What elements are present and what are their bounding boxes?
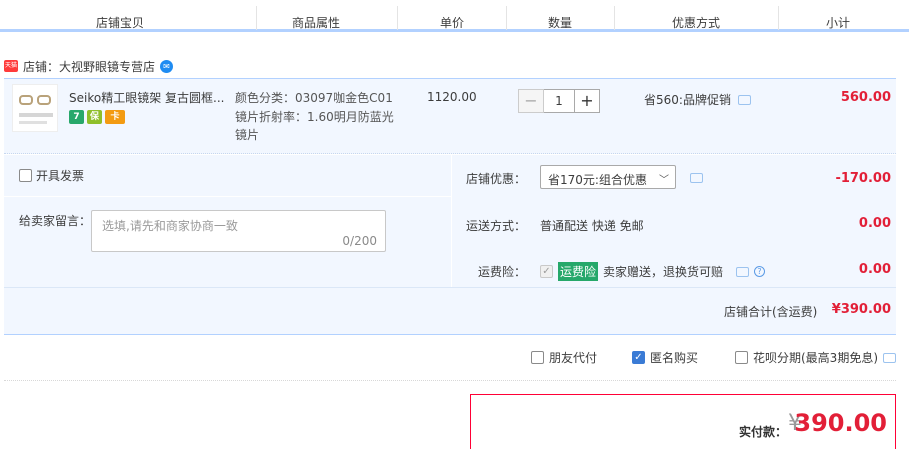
shop-total-label: 店铺合计(含运费) xyxy=(724,305,818,319)
freight-insurance-label: 运费险： xyxy=(478,265,527,279)
col-header-attr: 商品属性 xyxy=(292,16,341,30)
freight-insurance-option: ✓ 运费险 卖家赠送，退换货可赔 ? xyxy=(540,262,766,281)
huabei-label: 花呗分期(最高3期免息) xyxy=(753,351,878,365)
shop-discount-select[interactable]: 省170元:组合优惠 ﹀ xyxy=(540,165,676,189)
memo-textarea[interactable]: 选填,请先和商家协商一致 0/200 xyxy=(91,210,386,252)
shop-discount-amount: -170.00 xyxy=(835,171,891,186)
freight-insurance-amount: 0.00 xyxy=(858,262,891,277)
friend-pay-label: 朋友代付 xyxy=(549,351,598,365)
huabei-installment-option[interactable]: 花呗分期(最高3期免息) xyxy=(735,349,896,366)
col-header-price: 单价 xyxy=(440,16,465,30)
credit-card-icon[interactable]: 卡 xyxy=(105,110,125,124)
friend-pay-checkbox[interactable] xyxy=(531,351,544,364)
freight-insurance-checkbox: ✓ xyxy=(540,265,553,278)
shop-total-amount: ¥390.00 xyxy=(831,302,891,317)
col-header-subtotal: 小计 xyxy=(826,16,851,30)
payment-amount: 390.00 xyxy=(794,409,887,437)
shipping-method: 普通配送 快递 免邮 xyxy=(540,219,644,233)
memo-char-count: 0/200 xyxy=(342,234,377,248)
friend-pay-option[interactable]: 朋友代付 xyxy=(531,349,597,366)
item-tags: 7 保 卡 xyxy=(69,110,125,124)
memo-placeholder: 选填,请先和商家协商一致 xyxy=(102,219,238,233)
options-divider xyxy=(4,380,896,381)
header-divider xyxy=(397,6,398,30)
huabei-checkbox[interactable] xyxy=(735,351,748,364)
col-header-item: 店铺宝贝 xyxy=(96,16,145,30)
help-icon[interactable]: ? xyxy=(754,266,766,277)
promo-comment-icon[interactable] xyxy=(738,95,751,105)
panel-divider xyxy=(451,155,452,287)
invoice-option[interactable]: 开具发票 xyxy=(19,167,84,184)
header-divider xyxy=(506,6,507,30)
invoice-checkbox[interactable] xyxy=(19,169,32,182)
item-attr-lens: 镜片折射率：1.60明月防蓝光 xyxy=(235,110,394,124)
col-header-promo: 优惠方式 xyxy=(672,16,721,30)
chevron-down-icon: ﹀ xyxy=(659,175,669,186)
payment-label: 实付款： xyxy=(739,425,788,439)
qty-plus-button[interactable]: + xyxy=(574,89,600,113)
cart-header: 店铺宝贝 商品属性 单价 数量 优惠方式 小计 xyxy=(0,0,909,32)
header-divider xyxy=(256,6,257,30)
col-header-qty: 数量 xyxy=(548,16,573,30)
item-title-link[interactable]: Seiko精工眼镜架 复古圆框... xyxy=(69,89,229,106)
freight-insurance-desc: 卖家赠送，退换货可赔 xyxy=(603,265,724,279)
shipping-amount: 0.00 xyxy=(858,216,891,231)
anonymous-buy-option[interactable]: ✓ 匿名购买 xyxy=(632,349,698,366)
shipping-label: 运送方式： xyxy=(466,219,527,233)
item-promo-text: 省560:品牌促销 xyxy=(644,93,731,107)
huabei-comment-icon[interactable] xyxy=(883,352,896,363)
header-divider xyxy=(614,6,615,30)
item-unit-price: 1120.00 xyxy=(427,90,477,104)
anonymous-buy-label: 匿名购买 xyxy=(650,351,699,365)
seven-day-return-icon[interactable]: 7 xyxy=(69,110,84,124)
freight-comment-icon[interactable] xyxy=(736,266,750,277)
item-subtotal: 560.00 xyxy=(840,90,891,105)
invoice-label: 开具发票 xyxy=(36,169,85,183)
item-attr-color: 颜色分类：03097咖金色C01 xyxy=(235,91,393,105)
payment-summary-box: 实付款： ¥ 390.00 xyxy=(470,394,896,449)
item-attr-lens-cont: 镜片 xyxy=(235,128,260,142)
panel-divider xyxy=(4,196,451,197)
quantity-stepper: − 1 + xyxy=(518,89,600,113)
shop-row: 天猫 店铺：大视野眼镜专营店 ✉ xyxy=(4,58,174,75)
shop-name-link[interactable]: 店铺：大视野眼镜专营店 xyxy=(23,58,155,75)
freight-insurance-badge: 运费险 xyxy=(558,262,599,281)
qty-minus-button[interactable]: − xyxy=(518,89,544,113)
qty-input[interactable]: 1 xyxy=(544,89,574,113)
tmall-shop-icon: 天猫 xyxy=(4,60,18,72)
guarantee-icon[interactable]: 保 xyxy=(87,110,102,124)
memo-label: 给卖家留言： xyxy=(19,214,92,228)
shop-discount-selected: 省170元:组合优惠 xyxy=(548,173,647,187)
shop-discount-label: 店铺优惠： xyxy=(466,172,527,186)
discount-comment-icon[interactable] xyxy=(690,173,703,183)
anonymous-buy-checkbox[interactable]: ✓ xyxy=(632,351,645,364)
item-thumbnail[interactable] xyxy=(12,84,58,132)
wangwang-icon[interactable]: ✉ xyxy=(160,59,174,73)
header-divider xyxy=(778,6,779,30)
